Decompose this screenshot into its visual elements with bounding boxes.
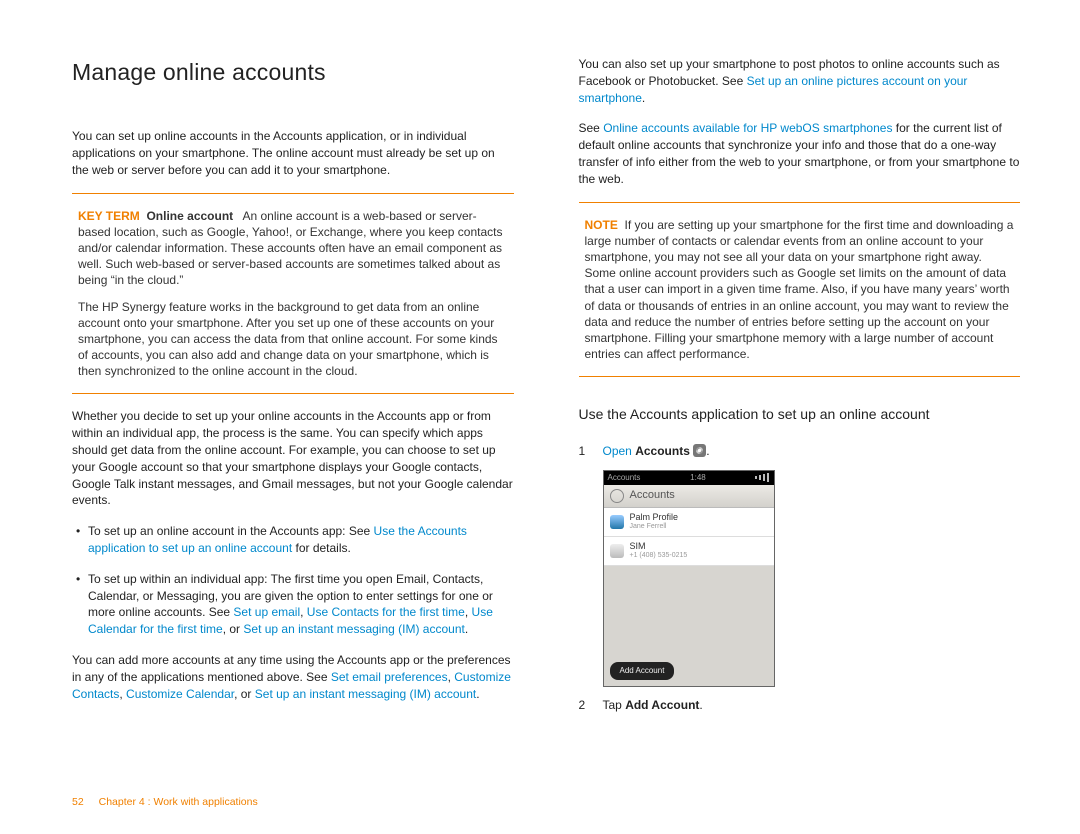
text: . xyxy=(476,687,479,701)
page-title: Manage online accounts xyxy=(72,56,514,88)
link-set-up-im-2[interactable]: Set up an instant messaging (IM) account xyxy=(255,687,476,701)
intro-paragraph: You can set up online accounts in the Ac… xyxy=(72,128,514,178)
link-use-contacts-first-time[interactable]: Use Contacts for the first time xyxy=(307,605,465,619)
text: for details. xyxy=(292,541,351,555)
ss-header: Accounts xyxy=(604,485,774,508)
chapter-label: Chapter 4 : Work with applications xyxy=(99,796,258,808)
text: . xyxy=(642,91,645,105)
step-1: 1 Open Accounts . xyxy=(579,443,1021,460)
step-content: Open Accounts . xyxy=(603,443,710,460)
note-text: If you are setting up your smartphone fo… xyxy=(585,218,1014,362)
palm-profile-icon xyxy=(610,515,624,529)
right-para-2: See Online accounts available for HP web… xyxy=(579,120,1021,187)
ss-row-sub: Jane Ferrell xyxy=(630,523,679,531)
text: , or xyxy=(234,687,255,701)
key-term-label: KEY TERM xyxy=(78,209,140,223)
page-number: 52 xyxy=(72,796,84,808)
ss-topbar-app: Accounts xyxy=(608,472,641,483)
accounts-screenshot: Accounts 1:48 Accounts Palm Profile Jane… xyxy=(603,470,775,687)
page-body: Manage online accounts You can set up on… xyxy=(0,0,1080,723)
gear-icon xyxy=(610,489,624,503)
left-column: Manage online accounts You can set up on… xyxy=(72,56,514,723)
ss-empty-area xyxy=(604,566,774,657)
text: , xyxy=(300,605,307,619)
bullet-list: To set up an online account in the Accou… xyxy=(72,523,514,638)
text: . xyxy=(465,622,468,636)
text: , or xyxy=(223,622,244,636)
paragraph-2: Whether you decide to set up your online… xyxy=(72,408,514,509)
key-term-para-2: The HP Synergy feature works in the back… xyxy=(78,299,508,380)
ss-topbar-time: 1:48 xyxy=(690,472,706,483)
accounts-app-icon xyxy=(693,444,706,457)
link-set-email-prefs[interactable]: Set email preferences xyxy=(331,670,448,684)
steps-list: 1 Open Accounts . Accounts 1:48 xyxy=(579,443,1021,714)
ss-row-sub: +1 (408) 535-0215 xyxy=(630,552,688,560)
divider xyxy=(579,376,1021,377)
signal-icon xyxy=(755,473,769,482)
link-customize-calendar[interactable]: Customize Calendar xyxy=(126,687,234,701)
link-set-up-email[interactable]: Set up email xyxy=(233,605,300,619)
step-number: 1 xyxy=(579,443,603,460)
right-column: You can also set up your smartphone to p… xyxy=(579,56,1021,723)
ss-row-title: Palm Profile xyxy=(630,513,679,523)
divider xyxy=(72,393,514,394)
text: . xyxy=(706,444,709,458)
step-content: Tap Add Account. xyxy=(603,697,703,714)
note-para: NOTE If you are setting up your smartpho… xyxy=(585,217,1015,363)
ss-row-title: SIM xyxy=(630,542,688,552)
key-term-box: KEY TERM Online account An online accoun… xyxy=(72,208,514,380)
step-bold: Accounts xyxy=(635,444,690,458)
right-para-1: You can also set up your smartphone to p… xyxy=(579,56,1021,106)
key-term-text-1: An online account is a web-based or serv… xyxy=(78,209,503,288)
note-label: NOTE xyxy=(585,218,618,232)
text: To set up an online account in the Accou… xyxy=(88,524,374,538)
key-term-para-1: KEY TERM Online account An online accoun… xyxy=(78,208,508,289)
ss-add-account-button: Add Account xyxy=(610,662,675,679)
text: . xyxy=(699,698,702,712)
ss-header-title: Accounts xyxy=(630,488,675,503)
ss-row-sim: SIM +1 (408) 535-0215 xyxy=(604,537,774,566)
bullet-item: To set up within an individual app: The … xyxy=(88,571,514,638)
text: See xyxy=(579,121,604,135)
ss-status-bar: Accounts 1:48 xyxy=(604,471,774,485)
bullet-item: To set up an online account in the Accou… xyxy=(88,523,514,557)
text: , xyxy=(465,605,472,619)
step-2: 2 Tap Add Account. xyxy=(579,697,1021,714)
ss-row-text: Palm Profile Jane Ferrell xyxy=(630,513,679,531)
text: Tap xyxy=(603,698,626,712)
key-term-term: Online account xyxy=(146,209,233,223)
ss-row-text: SIM +1 (408) 535-0215 xyxy=(630,542,688,560)
link-online-accounts-available[interactable]: Online accounts available for HP webOS s… xyxy=(603,121,892,135)
sim-icon xyxy=(610,544,624,558)
link-open[interactable]: Open xyxy=(603,444,632,458)
note-box: NOTE If you are setting up your smartpho… xyxy=(579,217,1021,363)
step-bold: Add Account xyxy=(625,698,699,712)
ss-row-palm-profile: Palm Profile Jane Ferrell xyxy=(604,508,774,537)
page-footer: 52 Chapter 4 : Work with applications xyxy=(72,795,258,810)
divider xyxy=(579,202,1021,203)
paragraph-3: You can add more accounts at any time us… xyxy=(72,652,514,702)
divider xyxy=(72,193,514,194)
link-set-up-im[interactable]: Set up an instant messaging (IM) account xyxy=(243,622,464,636)
step-number: 2 xyxy=(579,697,603,714)
subheading: Use the Accounts application to set up a… xyxy=(579,405,1021,425)
